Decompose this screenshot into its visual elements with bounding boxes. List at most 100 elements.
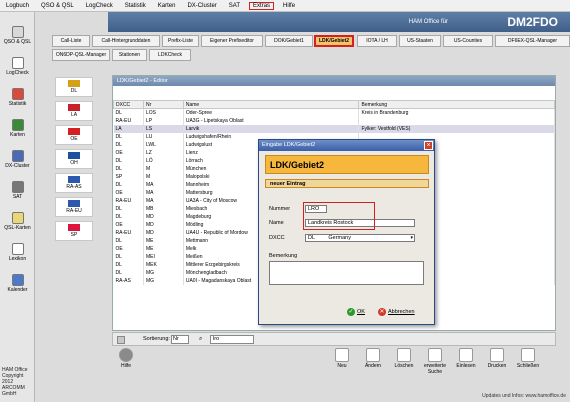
menu-hilfe[interactable]: Hilfe (277, 3, 301, 9)
menu-karten[interactable]: Karten (152, 3, 182, 9)
flag-button-la[interactable]: LA (55, 101, 93, 121)
toolbar-label: Löschen (394, 363, 414, 369)
header-callsign: DM2FDO (507, 15, 558, 29)
search-icon: ⌕ (199, 336, 203, 342)
sidebar-item-lexikon[interactable]: Lexikon (0, 243, 35, 262)
dxcc-select[interactable]: DL Germany ▾ (305, 234, 415, 242)
flag-button-ra-as[interactable]: RA-AS (55, 173, 93, 193)
table-row[interactable]: LA LS Larvik Fylker: Vestfold (VES) (113, 124, 555, 133)
column-header-dxcc[interactable]: DXCC (113, 100, 144, 109)
sort-search-bar: Sortierung: Nr ⌕ lro (112, 332, 556, 346)
table-cell: DL (113, 236, 144, 245)
table-row[interactable]: DL LOS Oder-Spree Kreis in Brandenburg (113, 108, 555, 117)
erweiterte-suche-button[interactable]: erweiterte Suche (421, 348, 449, 375)
tab-dok-gebiet1[interactable]: DOK/Gebiet1 (265, 35, 313, 47)
table-cell: SP (113, 172, 144, 181)
table-cell: DL (113, 204, 144, 213)
schlie-en-button[interactable]: Schließen (514, 348, 542, 369)
column-header-bemerkung[interactable]: Bemerkung (358, 100, 555, 109)
tab-call-hintergrunddaten[interactable]: Call-Hintergrunddaten (92, 35, 160, 47)
table-cell: MA (143, 188, 184, 197)
sidebar-item-label: Karten (10, 132, 25, 138)
menu-qso-qsl[interactable]: QSO & QSL (35, 3, 80, 9)
sidebar-item-statistik[interactable]: Statistik (0, 88, 35, 107)
tab-us-staaten[interactable]: US-Staaten (399, 35, 441, 47)
check-icon: ✓ (347, 308, 355, 316)
qsl-karten-icon (11, 212, 24, 224)
close-icon[interactable]: × (424, 141, 433, 150)
name-label: Name (269, 220, 284, 226)
menu-logbuch[interactable]: Logbuch (0, 3, 35, 9)
ok-button[interactable]: ✓ OK (347, 306, 365, 318)
flag-label: OE (70, 136, 78, 142)
table-cell: LU (143, 132, 184, 141)
tab-eigener-prefixeditor[interactable]: Eigener Prefixeditor (201, 35, 263, 47)
table-cell: MD (143, 228, 184, 237)
flag-button-ra-eu[interactable]: RA-EU (55, 197, 93, 217)
table-row[interactable]: RA-EU LP UA3G - Lipetskaya Oblast (113, 116, 555, 125)
menu-logcheck[interactable]: LogCheck (80, 3, 119, 9)
kalender-icon (11, 274, 24, 286)
sidebar-item-karten[interactable]: Karten (0, 119, 35, 138)
neu-button[interactable]: Neu (328, 348, 356, 369)
column-header-nr[interactable]: Nr (142, 100, 184, 109)
table-cell: MG (143, 276, 184, 285)
cancel-button[interactable]: ✕ Abbrechen (378, 306, 415, 318)
sidebar-item-label: Lexikon (8, 256, 27, 262)
einlesen-button[interactable]: Einlesen (452, 348, 480, 369)
sidebar-item-qso-qsl[interactable]: QSO & QSL (0, 26, 35, 45)
table-cell: Kreis in Brandenburg (358, 108, 555, 117)
tab-df6ex-qsl-manager[interactable]: DF6EX-QSL-Manager (495, 35, 570, 47)
toolbar-label: Ändern (364, 363, 382, 369)
nav-first-icon[interactable] (117, 336, 125, 344)
table-cell: MEK (143, 260, 184, 269)
hilfe-icon (119, 348, 133, 362)
sidebar-item-sat[interactable]: SAT (0, 181, 35, 200)
bemerkung-field[interactable] (269, 261, 424, 285)
flag-icon (68, 200, 80, 207)
column-header-name[interactable]: Name (182, 100, 360, 109)
menu-dx-cluster[interactable]: DX-Cluster (181, 3, 222, 9)
flag-button-sp[interactable]: SP (55, 221, 93, 241)
nummer-label: Nummer (269, 206, 291, 212)
dxcc-code: DL (308, 235, 315, 241)
tab-ldk-gebiet2[interactable]: LDK/Gebiet2 (314, 35, 354, 47)
tab-prefix-liste[interactable]: Prefix-Liste (162, 35, 199, 47)
andern-button[interactable]: Ändern (359, 348, 387, 369)
highlight-box (303, 202, 375, 230)
flag-button-oe[interactable]: OE (55, 125, 93, 145)
tab-stationen[interactable]: Stationen (112, 49, 147, 61)
bottom-toolbar: Hilfe Neu Ändern Löschen erweiterte Suche Ein… (100, 348, 570, 376)
tab-us-counties[interactable]: US-Counties (443, 35, 493, 47)
table-cell: UA3G - Lipetskaya Oblast (183, 116, 360, 125)
loschen-button[interactable]: Löschen (390, 348, 418, 369)
tab-call-liste[interactable]: Call-Liste (52, 35, 90, 47)
flag-icon (68, 176, 80, 183)
schlie-en-icon (521, 348, 535, 362)
menu-extras[interactable]: Extras (249, 1, 275, 10)
sidebar-item-qsl-karten[interactable]: QSL-Karten (0, 212, 35, 231)
sidebar-item-dx-cluster[interactable]: DX-Cluster (0, 150, 35, 169)
flag-button-oh[interactable]: OH (55, 149, 93, 169)
tab-iota-lh[interactable]: IOTA / LH (357, 35, 397, 47)
menubar: Logbuch QSO & QSL LogCheck Statistik Karten D… (0, 0, 570, 12)
flag-button-dl[interactable]: DL (55, 77, 93, 97)
menu-statistik[interactable]: Statistik (119, 3, 152, 9)
tab-on6dp-qsl-manager[interactable]: ON6DP-QSL-Manager (52, 49, 110, 61)
sort-select[interactable]: Nr (171, 335, 189, 344)
menu-sat[interactable]: SAT (223, 3, 246, 9)
hilfe-button[interactable]: Hilfe (112, 348, 140, 369)
toolbar-label: Drucken (487, 363, 507, 369)
dxcc-label: DXCC (269, 235, 285, 241)
sidebar-item-logcheck[interactable]: LogCheck (0, 57, 35, 76)
table-cell: DL (113, 180, 144, 189)
toolbar-label: Einlesen (456, 363, 476, 369)
chevron-down-icon[interactable]: ▾ (410, 235, 413, 242)
drucken-button[interactable]: Drucken (483, 348, 511, 369)
table-cell: DL (113, 164, 144, 173)
table-cell: RA-EU (113, 228, 144, 237)
toolbar-label: erweiterte Suche (424, 363, 446, 375)
sidebar-item-kalender[interactable]: Kalender (0, 274, 35, 293)
search-input[interactable]: lro (210, 335, 254, 344)
tab-ldkcheck[interactable]: LDKCheck (149, 49, 191, 61)
